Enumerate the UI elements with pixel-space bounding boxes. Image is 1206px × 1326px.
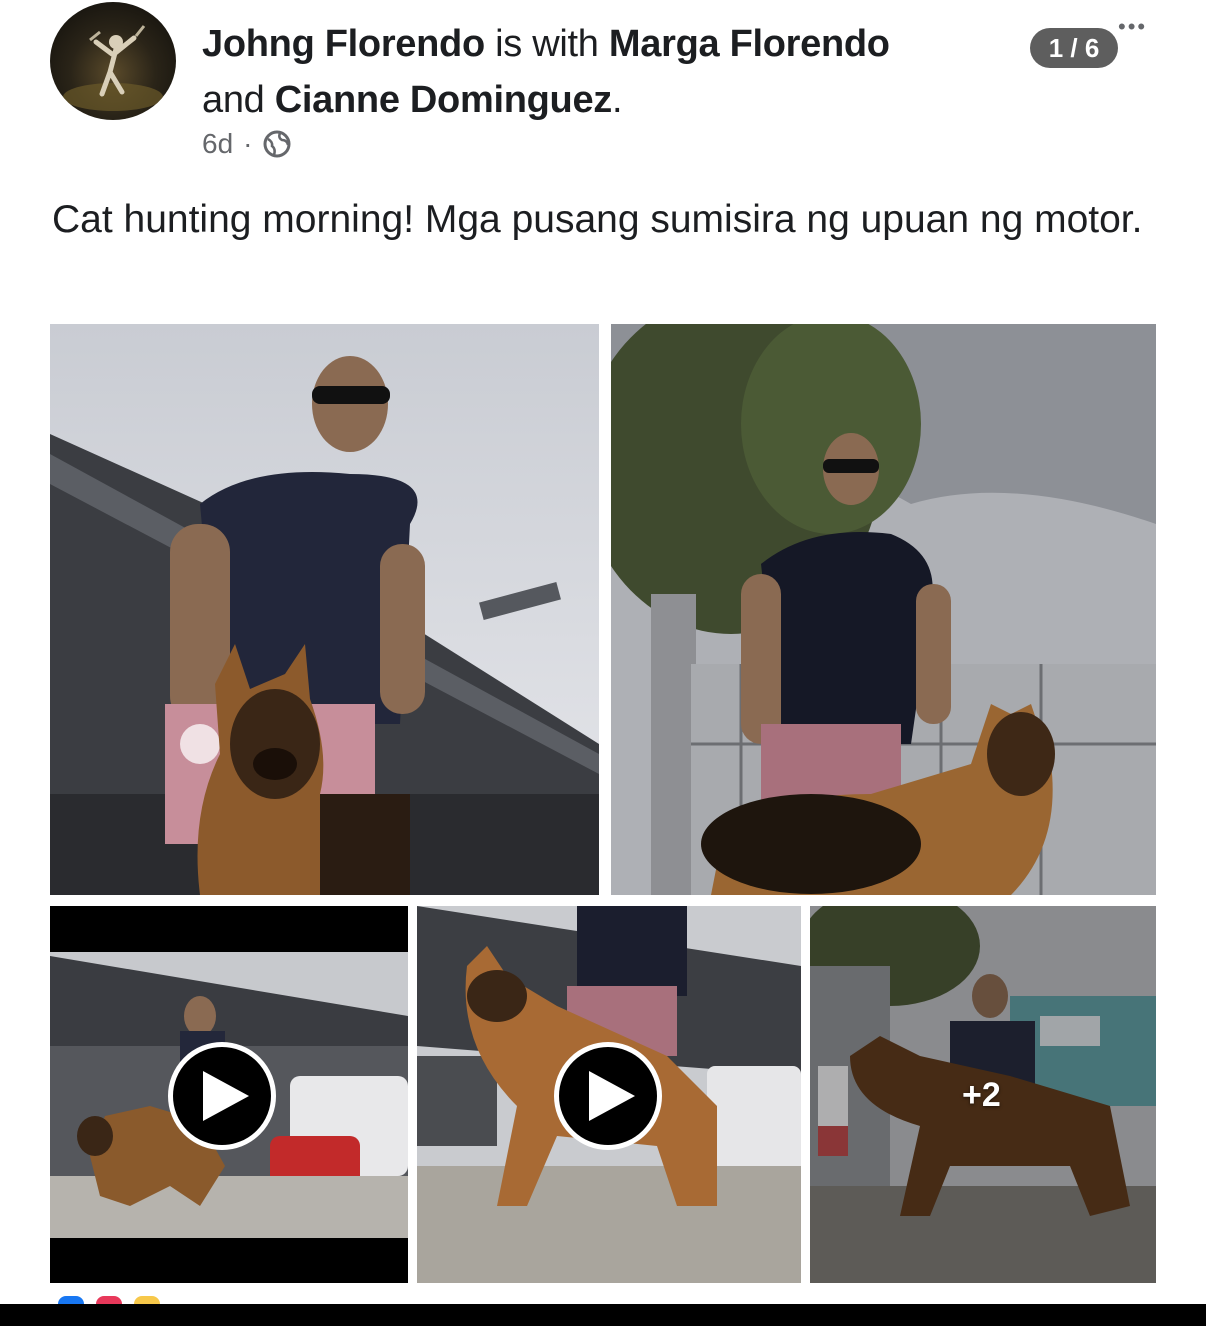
play-icon — [589, 1071, 635, 1121]
author-avatar[interactable] — [50, 2, 176, 120]
post-time[interactable]: 6d — [202, 128, 233, 160]
author-line: Johng Florendo is with Marga Florendo an… — [202, 16, 1002, 128]
meta-separator: · — [243, 128, 253, 159]
with-text: is with — [484, 23, 609, 65]
like-reaction-icon — [58, 1296, 84, 1304]
love-reaction-icon — [96, 1296, 122, 1304]
tagged-user-1[interactable]: Marga Florendo — [609, 23, 890, 65]
post-caption: Cat hunting morning! Mga pusang sumisira… — [52, 198, 1143, 241]
play-icon — [203, 1071, 249, 1121]
post-meta: 6d · — [202, 128, 292, 160]
facebook-post: Johng Florendo is with Marga Florendo an… — [0, 0, 1206, 1304]
post-photo-1[interactable] — [50, 324, 599, 895]
more-photos-count: +2 — [962, 1076, 1001, 1114]
and-text: and — [202, 79, 275, 121]
tagged-user-2[interactable]: Cianne Dominguez — [275, 79, 613, 121]
period-text: . — [611, 79, 623, 121]
globe-icon[interactable] — [262, 129, 292, 159]
play-button-2[interactable] — [554, 1042, 662, 1150]
haha-reaction-icon — [134, 1296, 160, 1304]
post-photo-more[interactable]: +2 — [810, 906, 1156, 1283]
photo-counter: 1 / 6 — [1030, 28, 1118, 68]
author-name[interactable]: Johng Florendo — [202, 23, 485, 65]
play-button-1[interactable] — [168, 1042, 276, 1150]
avatar-image — [63, 25, 163, 111]
photo-1-image — [50, 324, 599, 895]
bottom-bar — [0, 1304, 1206, 1326]
photo-2-image — [611, 324, 1156, 895]
post-photo-2[interactable] — [611, 324, 1156, 895]
more-dots-icon[interactable]: ••• — [1118, 14, 1162, 44]
